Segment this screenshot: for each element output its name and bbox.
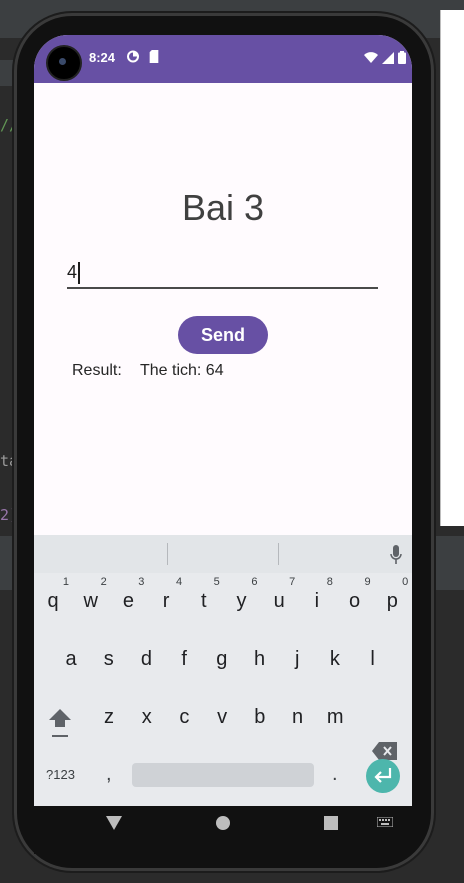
- wifi-icon: [364, 51, 378, 63]
- key-label: r: [162, 590, 170, 612]
- key-label: u: [273, 590, 285, 612]
- key-d[interactable]: d: [128, 633, 164, 677]
- key-label: e: [122, 590, 134, 612]
- key-label: v: [217, 706, 228, 728]
- key-f[interactable]: f: [166, 633, 202, 677]
- key-x[interactable]: x: [129, 691, 165, 735]
- key-t[interactable]: t5: [186, 575, 222, 619]
- number-input-value: 4: [67, 262, 78, 282]
- key-label: s: [103, 648, 114, 670]
- key-number-hint: 4: [175, 576, 183, 588]
- key-label: g: [216, 648, 228, 670]
- suggestion-divider: [167, 543, 168, 565]
- recents-icon[interactable]: [324, 816, 338, 830]
- key-label: t: [201, 590, 207, 612]
- key-label: i: [314, 590, 320, 612]
- key-label: y: [236, 590, 247, 612]
- key-number-hint: 7: [289, 576, 296, 588]
- key-m[interactable]: m: [317, 691, 353, 735]
- key-label: k: [329, 648, 340, 670]
- space-bar[interactable]: [132, 763, 314, 787]
- signal-icon: [382, 51, 394, 64]
- key-v[interactable]: v: [204, 691, 240, 735]
- page-title: Bai 3: [181, 187, 265, 228]
- battery-icon: [398, 51, 406, 64]
- key-r[interactable]: r4: [148, 575, 184, 619]
- key-u[interactable]: u7: [261, 575, 297, 619]
- comma-key[interactable]: ,: [106, 763, 112, 786]
- suggestion-divider: [278, 543, 279, 565]
- back-icon[interactable]: [106, 816, 122, 830]
- key-o[interactable]: o9: [337, 575, 373, 619]
- keyboard-icon[interactable]: [377, 817, 393, 827]
- key-z[interactable]: z: [91, 691, 127, 735]
- key-a[interactable]: a: [53, 633, 89, 677]
- key-label: h: [253, 648, 266, 670]
- key-label: d: [140, 648, 152, 670]
- key-label: m: [326, 706, 344, 728]
- suggestion-strip: [34, 535, 412, 573]
- key-l[interactable]: l: [355, 633, 391, 677]
- key-label: o: [349, 590, 361, 612]
- app-screen: 8:24 Bai 3 4 Send Result: The tich: 64 ?…: [34, 35, 412, 841]
- key-label: l: [370, 648, 375, 670]
- key-q[interactable]: q1: [35, 575, 71, 619]
- camera-icon: [46, 45, 82, 81]
- home-icon[interactable]: [216, 816, 230, 830]
- shift-icon[interactable]: [48, 707, 72, 739]
- status-time: 8:24: [89, 50, 116, 65]
- key-e[interactable]: e3: [110, 575, 146, 619]
- key-label: n: [291, 706, 304, 728]
- key-label: a: [65, 648, 77, 670]
- soft-keyboard: ?123 , . q1w2e3r4t5y6u7i8o9p0asdfghjklzx…: [34, 535, 412, 841]
- key-c[interactable]: c: [166, 691, 202, 735]
- number-input[interactable]: 4: [67, 257, 378, 289]
- key-number-hint: 6: [251, 576, 258, 588]
- data-saver-icon: [127, 50, 139, 63]
- status-bar: 8:24: [34, 35, 412, 83]
- key-label: f: [181, 648, 187, 670]
- key-p[interactable]: p0: [374, 575, 410, 619]
- key-label: x: [141, 706, 152, 728]
- key-b[interactable]: b: [242, 691, 278, 735]
- key-g[interactable]: g: [204, 633, 240, 677]
- result-label: Result:: [72, 362, 122, 379]
- mic-icon[interactable]: [390, 545, 402, 565]
- key-label: w: [83, 590, 98, 612]
- key-label: j: [294, 648, 300, 670]
- symbols-key[interactable]: ?123: [46, 767, 75, 782]
- key-label: c: [179, 706, 190, 728]
- key-k[interactable]: k: [317, 633, 353, 677]
- text-cursor: [78, 262, 81, 285]
- key-w[interactable]: w2: [73, 575, 109, 619]
- key-number-hint: 0: [402, 576, 409, 588]
- key-n[interactable]: n: [280, 691, 316, 735]
- enter-icon: [374, 768, 392, 783]
- key-h[interactable]: h: [242, 633, 278, 677]
- ide-right-panel: [440, 10, 464, 526]
- key-number-hint: 1: [62, 576, 69, 588]
- key-i[interactable]: i8: [299, 575, 335, 619]
- sd-card-icon: [149, 50, 159, 63]
- backspace-icon[interactable]: [372, 742, 398, 760]
- key-label: q: [47, 590, 59, 612]
- key-number-hint: 5: [213, 576, 220, 588]
- key-label: p: [386, 590, 398, 612]
- key-number-hint: 8: [326, 576, 333, 588]
- key-number-hint: 3: [138, 576, 145, 588]
- key-y[interactable]: y6: [224, 575, 260, 619]
- key-number-hint: 2: [100, 576, 107, 588]
- key-j[interactable]: j: [279, 633, 315, 677]
- key-label: z: [104, 706, 114, 728]
- send-button[interactable]: Send: [178, 316, 268, 354]
- key-s[interactable]: s: [91, 633, 127, 677]
- result-value: The tich: 64: [140, 362, 224, 379]
- key-number-hint: 9: [364, 576, 371, 588]
- period-key[interactable]: .: [332, 763, 338, 786]
- enter-key[interactable]: [366, 759, 400, 793]
- key-label: b: [254, 706, 266, 728]
- navigation-bar: [34, 806, 412, 854]
